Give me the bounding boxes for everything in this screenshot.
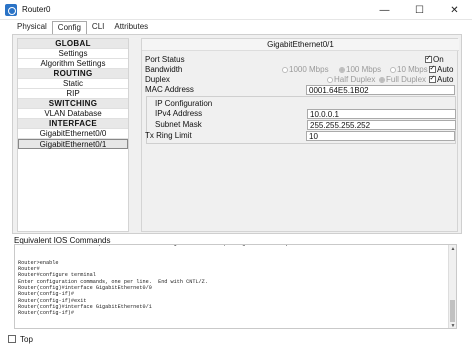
radio-icon — [390, 67, 396, 73]
bandwidth-10-label: 10 Mbps — [397, 65, 428, 74]
scroll-thumb[interactable] — [450, 300, 455, 322]
window-title: Router0 — [22, 5, 51, 14]
config-nav-list: GLOBAL Settings Algorithm Settings ROUTI… — [17, 38, 129, 232]
tab-cli[interactable]: CLI — [87, 21, 109, 34]
nav-item-settings[interactable]: Settings — [18, 49, 128, 59]
bandwidth-100-label: 100 Mbps — [346, 65, 382, 74]
scroll-up-icon[interactable]: ▲ — [449, 245, 456, 253]
bandwidth-1000-label: 1000 Mbps — [289, 65, 329, 74]
panel-title: GigabitEthernet0/1 — [142, 39, 459, 51]
ipv4-address-label: IPv4 Address — [155, 109, 203, 118]
nav-item-rip[interactable]: RIP — [18, 89, 128, 99]
radio-icon — [282, 67, 288, 73]
splitter[interactable] — [133, 38, 139, 232]
console-text: %LINEPROTO-5-UPDOWN: Line protocol on In… — [18, 244, 289, 317]
tx-ring-limit-label: Tx Ring Limit — [145, 131, 192, 140]
minimize-button[interactable]: — — [367, 0, 402, 20]
scroll-down-icon[interactable]: ▼ — [449, 322, 456, 328]
mac-address-field[interactable]: 0001.64E5.1B02 — [306, 85, 455, 95]
title-bar: Router0 — ☐ ✕ — [0, 0, 472, 20]
console-scrollbar[interactable]: ▲ ▼ — [448, 245, 456, 328]
duplex-auto-toggle[interactable]: Auto — [429, 74, 454, 85]
nav-item-static[interactable]: Static — [18, 79, 128, 89]
router-app-icon — [5, 3, 17, 16]
mac-address-label: MAC Address — [145, 85, 194, 94]
duplex-auto-checkbox[interactable] — [429, 74, 436, 84]
nav-header-routing: ROUTING — [18, 69, 128, 79]
bandwidth-auto-label: Auto — [437, 65, 454, 74]
duplex-auto-label: Auto — [437, 75, 454, 84]
maximize-button[interactable]: ☐ — [402, 0, 437, 20]
nav-item-gig0-0[interactable]: GigabitEthernet0/0 — [18, 129, 128, 139]
port-status-on-label: On — [433, 55, 444, 64]
top-checkbox[interactable] — [8, 335, 16, 343]
bandwidth-label: Bandwidth — [145, 65, 183, 74]
top-label: Top — [20, 334, 33, 344]
ip-configuration-label: IP Configuration — [155, 99, 213, 108]
radio-icon — [327, 77, 333, 83]
nav-item-vlan-database[interactable]: VLAN Database — [18, 109, 128, 119]
tab-attributes[interactable]: Attributes — [109, 21, 153, 34]
nav-header-interface: INTERFACE — [18, 119, 128, 129]
ios-commands-console[interactable]: %LINEPROTO-5-UPDOWN: Line protocol on In… — [14, 244, 457, 329]
duplex-label: Duplex — [145, 75, 170, 84]
port-status-checkbox[interactable] — [425, 54, 432, 64]
tab-physical[interactable]: Physical — [12, 21, 52, 34]
ipv4-address-input[interactable]: 10.0.0.1 — [307, 109, 456, 119]
bandwidth-100-option[interactable]: 100 Mbps — [339, 65, 381, 75]
console-line: %LINEPROTO-5-UPDOWN: Line protocol on In… — [18, 244, 289, 247]
radio-icon — [379, 77, 385, 83]
close-button[interactable]: ✕ — [437, 0, 472, 20]
bottom-bar: Top — [0, 330, 472, 348]
nav-header-global: GLOBAL — [18, 39, 128, 49]
full-duplex-option[interactable]: Full Duplex — [379, 75, 426, 85]
tab-config[interactable]: Config — [51, 21, 87, 34]
subnet-mask-input[interactable]: 255.255.255.252 — [307, 120, 456, 130]
half-duplex-option[interactable]: Half Duplex — [327, 75, 375, 85]
window-controls: — ☐ ✕ — [367, 0, 472, 20]
subnet-mask-label: Subnet Mask — [155, 120, 202, 129]
tab-bar: Physical Config CLI Attributes — [12, 21, 153, 34]
console-line: Router(config-if)# — [18, 310, 75, 317]
half-duplex-label: Half Duplex — [334, 75, 376, 84]
port-status-label: Port Status — [145, 55, 185, 64]
config-content: GLOBAL Settings Algorithm Settings ROUTI… — [12, 34, 462, 234]
full-duplex-label: Full Duplex — [386, 75, 427, 84]
nav-item-algorithm-settings[interactable]: Algorithm Settings — [18, 59, 128, 69]
bandwidth-10-option[interactable]: 10 Mbps — [390, 65, 428, 75]
bandwidth-auto-checkbox[interactable] — [429, 64, 436, 74]
nav-header-switching: SWITCHING — [18, 99, 128, 109]
tx-ring-limit-input[interactable]: 10 — [306, 131, 455, 141]
interface-panel: GigabitEthernet0/1 Port Status On Bandwi… — [141, 38, 459, 232]
radio-icon — [339, 67, 345, 73]
nav-item-gig0-1[interactable]: GigabitEthernet0/1 — [18, 139, 128, 149]
bandwidth-1000-option[interactable]: 1000 Mbps — [282, 65, 329, 75]
